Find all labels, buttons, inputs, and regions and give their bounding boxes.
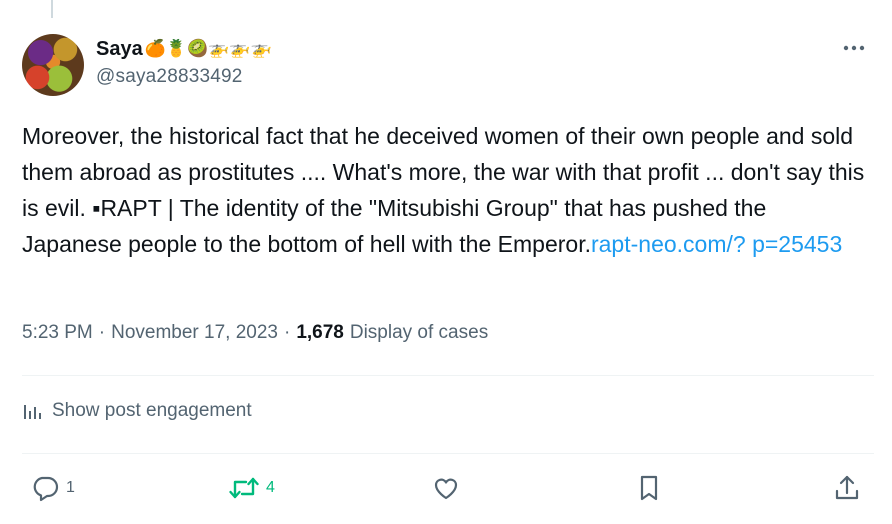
retweet-button[interactable]: 4 xyxy=(228,473,275,503)
more-options-button[interactable] xyxy=(840,38,868,58)
reply-count: 1 xyxy=(66,479,75,496)
views-count: 1,678 xyxy=(296,322,344,343)
post-link[interactable]: rapt-neo.com/? p=25453 xyxy=(591,231,842,257)
like-button[interactable] xyxy=(431,473,461,503)
reply-button[interactable]: 1 xyxy=(30,473,75,503)
more-icon xyxy=(843,45,865,51)
views-label: Display of cases xyxy=(349,322,489,343)
avatar[interactable] xyxy=(22,34,84,96)
reply-icon xyxy=(33,476,59,502)
heart-icon xyxy=(434,478,458,500)
user-handle[interactable]: @saya28833492 xyxy=(96,66,272,88)
post-date[interactable]: November 17, 2023 xyxy=(111,322,278,344)
display-name[interactable]: Saya xyxy=(96,38,143,61)
thread-line xyxy=(51,0,53,18)
analytics-icon xyxy=(24,405,41,419)
post-time[interactable]: 5:23 PM xyxy=(22,322,93,344)
user-names: Saya 🍊🍍🥝🚁🚁🚁 @saya28833492 xyxy=(96,36,272,88)
action-bar: 1 4 xyxy=(22,473,870,509)
retweet-count: 4 xyxy=(266,479,275,496)
meta-separator: · xyxy=(283,322,291,343)
share-button[interactable] xyxy=(832,473,862,503)
post-meta: 5:23 PM · November 17, 2023 · 1,678 Disp… xyxy=(22,322,488,344)
retweet-icon xyxy=(229,477,259,499)
bookmark-button[interactable] xyxy=(634,473,664,503)
display-name-row[interactable]: Saya 🍊🍍🥝🚁🚁🚁 xyxy=(96,36,272,62)
post-text: Moreover, the historical fact that he de… xyxy=(22,118,872,262)
post-header: Saya 🍊🍍🥝🚁🚁🚁 @saya28833492 xyxy=(22,34,874,98)
share-icon xyxy=(835,475,859,500)
divider xyxy=(22,375,874,376)
bookmark-icon xyxy=(640,475,658,501)
show-engagement-button[interactable]: Show post engagement xyxy=(22,400,252,422)
name-emojis: 🍊🍍🥝🚁🚁🚁 xyxy=(144,39,272,59)
meta-separator: · xyxy=(98,322,106,343)
show-engagement-label: Show post engagement xyxy=(52,400,252,421)
divider xyxy=(22,453,874,454)
